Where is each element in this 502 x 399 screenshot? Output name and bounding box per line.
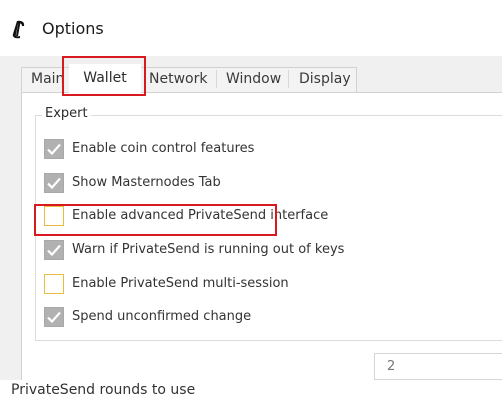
tab-divider bbox=[216, 70, 217, 88]
tab-bar: Main Wallet Network Window Display bbox=[0, 56, 502, 96]
option-advanced-privatesend[interactable]: Enable advanced PrivateSend interface bbox=[44, 206, 444, 228]
privatesend-rounds-spinbox[interactable]: 2 bbox=[374, 353, 502, 380]
checkbox-advanced-privatesend[interactable] bbox=[44, 206, 64, 226]
tab-main[interactable]: Main bbox=[31, 66, 65, 92]
tab-divider bbox=[288, 70, 289, 88]
tab-display[interactable]: Display bbox=[299, 66, 351, 92]
wallet-tab-panel: Expert Enable coin control features Show… bbox=[21, 92, 502, 380]
option-label: Enable coin control features bbox=[72, 141, 255, 156]
tab-window[interactable]: Window bbox=[226, 66, 281, 92]
window-title: Options bbox=[42, 19, 104, 38]
option-spend-unconfirmed[interactable]: Spend unconfirmed change bbox=[44, 307, 444, 329]
window-title-bar: Options bbox=[0, 0, 502, 56]
option-label: Show Masternodes Tab bbox=[72, 175, 221, 190]
checkbox-coin-control[interactable] bbox=[44, 139, 64, 159]
check-icon bbox=[47, 244, 61, 257]
option-label: Spend unconfirmed change bbox=[72, 309, 252, 324]
check-icon bbox=[47, 177, 61, 190]
option-label: Warn if PrivateSend is running out of ke… bbox=[72, 242, 345, 257]
option-privatesend-multisession[interactable]: Enable PrivateSend multi-session bbox=[44, 274, 444, 296]
option-warn-privatesend-keys[interactable]: Warn if PrivateSend is running out of ke… bbox=[44, 240, 444, 262]
check-icon bbox=[47, 311, 61, 324]
dash-logo-icon bbox=[12, 20, 25, 39]
option-label: Enable advanced PrivateSend interface bbox=[72, 208, 329, 223]
check-icon bbox=[47, 143, 61, 156]
options-dialog-body: Main Wallet Network Window Display Exper… bbox=[0, 56, 502, 398]
option-show-masternodes-tab[interactable]: Show Masternodes Tab bbox=[44, 173, 444, 195]
tab-network[interactable]: Network bbox=[149, 66, 207, 92]
checkbox-show-masternodes-tab[interactable] bbox=[44, 173, 64, 193]
option-label: Enable PrivateSend multi-session bbox=[72, 276, 289, 291]
tab-wallet[interactable]: Wallet bbox=[69, 64, 141, 93]
checkbox-warn-privatesend-keys[interactable] bbox=[44, 240, 64, 260]
checkbox-privatesend-multisession[interactable] bbox=[44, 274, 64, 294]
privatesend-rounds-value: 2 bbox=[387, 359, 396, 374]
privatesend-rounds-label: PrivateSend rounds to use bbox=[11, 382, 196, 398]
expert-group-title: Expert bbox=[42, 105, 91, 123]
checkbox-spend-unconfirmed[interactable] bbox=[44, 307, 64, 327]
option-coin-control[interactable]: Enable coin control features bbox=[44, 139, 444, 161]
